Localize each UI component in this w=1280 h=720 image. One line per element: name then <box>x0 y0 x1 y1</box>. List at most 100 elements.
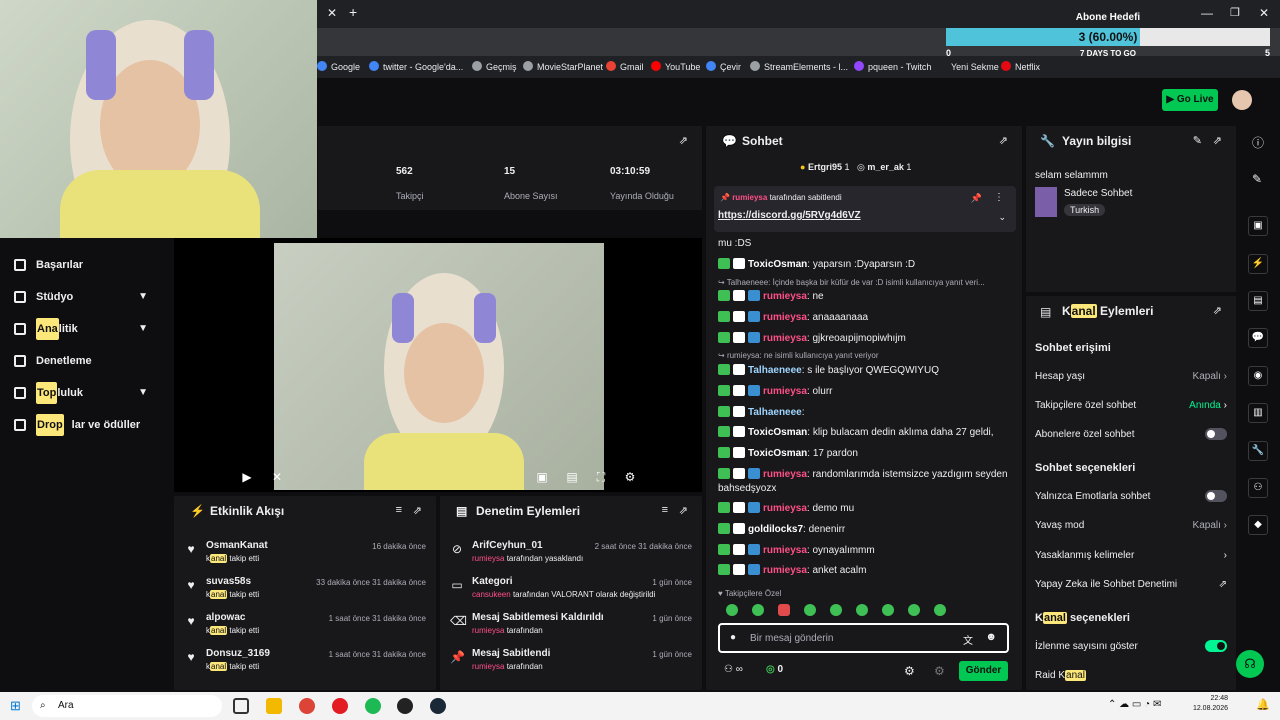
bookmark-gmail[interactable]: Gmail <box>606 56 644 78</box>
chat-message[interactable]: ToxicOsman: 17 pardon <box>718 447 1014 460</box>
popout-icon[interactable]: ⇗ <box>1213 134 1222 147</box>
moderation-item[interactable]: ▭ Kategori cansukeen tarafından VALORANT o… <box>440 574 702 608</box>
info-icon[interactable]: ⓘ <box>1252 134 1264 151</box>
viewer-count-toggle[interactable] <box>1205 640 1227 652</box>
stream-preview-video[interactable] <box>274 243 604 490</box>
subscriber-only-row[interactable]: Abonelere özel sohbet <box>1035 426 1227 442</box>
emote-bar[interactable] <box>726 604 1012 618</box>
chevron-down-icon[interactable]: ⌄ <box>998 212 1006 223</box>
viewer-list-icon[interactable]: ⚇ ∞ <box>724 664 743 675</box>
activity-item[interactable]: ♥ OsmanKanat kanal takip etti 16 dakika önc… <box>174 538 436 572</box>
edit-icon[interactable]: ✎ <box>1252 172 1262 186</box>
quick-action-panel[interactable]: ▥ <box>1248 403 1268 423</box>
chat-message[interactable]: rumieysa: anaaaanaaa <box>718 311 1014 324</box>
chat-message[interactable]: rumieysa: oynayalımmm <box>718 544 1014 557</box>
moderation-item[interactable]: 📌 Mesaj Sabitlendi rumieysa tarafından 1 gü… <box>440 646 702 680</box>
blocked-terms-row[interactable]: Yasaklanmış kelimeler › <box>1035 547 1227 563</box>
filter-icon[interactable]: ≡ <box>396 504 402 516</box>
chat-message[interactable]: ToxicOsman: klip bulacam dedin aklıma da… <box>718 426 1014 439</box>
follower-only-row[interactable]: Takipçilere özel sohbet Anında › <box>1035 397 1227 413</box>
bookmark-moviestarplanet[interactable]: MovieStarPlanet <box>523 56 603 78</box>
chat-message[interactable]: mu :DS <box>718 237 1014 250</box>
opera-icon[interactable] <box>332 698 348 714</box>
popout-icon[interactable]: ⇗ <box>1213 304 1222 317</box>
chat-reply-context[interactable]: ↪ rumieysa: ne isimli kullanıcıya yanıt … <box>718 351 1008 360</box>
quick-action-clip[interactable]: ▣ <box>1248 216 1268 236</box>
more-icon[interactable]: ⋮ <box>994 192 1004 203</box>
file-explorer-icon[interactable] <box>266 698 282 714</box>
account-age-row[interactable]: Hesap yaşı Kapalı › <box>1035 368 1227 384</box>
emote-only-toggle[interactable] <box>1205 490 1227 502</box>
emote-icon[interactable] <box>726 604 738 616</box>
bookmark-google[interactable]: Google <box>317 56 360 78</box>
emote-only-row[interactable]: Yalnızca Emotlarla sohbet <box>1035 488 1227 504</box>
emote-icon[interactable] <box>778 604 790 616</box>
emote-icon[interactable] <box>856 604 868 616</box>
chat-message[interactable]: Talhaeneee: <box>718 406 1014 419</box>
notification-icon[interactable]: 🔔 <box>1256 698 1270 711</box>
activity-item[interactable]: ♥ Donsuz_3169 kanal takip etti 1 saat önce … <box>174 646 436 680</box>
sidebar-item-moderation[interactable]: Denetleme <box>14 350 92 372</box>
quick-action-shield[interactable]: ◆ <box>1248 515 1268 535</box>
settings-icon[interactable]: ⚙ <box>623 470 637 484</box>
spotify-icon[interactable] <box>365 698 381 714</box>
go-live-button[interactable]: ▶ Go Live <box>1162 89 1218 111</box>
chat-message[interactable]: rumieysa: anket acalm <box>718 564 1014 577</box>
chat-message[interactable]: rumieysa: gjkreoaıpijmopiwhıjm <box>718 332 1014 345</box>
bookmark-youtube[interactable]: YouTube <box>651 56 700 78</box>
send-button[interactable]: Gönder <box>959 661 1008 681</box>
help-fab[interactable]: ☊ <box>1236 650 1264 678</box>
popout-icon[interactable]: ⇗ <box>679 504 688 517</box>
quick-action-chat[interactable]: 💬 <box>1248 328 1268 348</box>
emote-icon[interactable] <box>830 604 842 616</box>
emote-icon[interactable] <box>934 604 946 616</box>
quick-action-bolt[interactable]: ⚡ <box>1248 254 1268 274</box>
steam-icon[interactable] <box>430 698 446 714</box>
bookmark-history[interactable]: Geçmiş <box>472 56 517 78</box>
tray-icons[interactable]: ⌃ ☁ ▭ ◔ ✉ <box>1108 699 1161 710</box>
windows-start-icon[interactable]: ⊞ <box>10 698 21 714</box>
pinned-link[interactable]: https://discord.gg/5RVg4d6VZ <box>718 210 861 221</box>
sidebar-item-studio[interactable]: Stüdyo ▼ <box>14 286 164 308</box>
slow-mode-row[interactable]: Yavaş mod Kapalı › <box>1035 517 1227 533</box>
category-thumbnail[interactable] <box>1035 187 1057 217</box>
bookmark-twitter[interactable]: twitter - Google'da... <box>369 56 463 78</box>
chat-message[interactable]: rumieysa: olurr <box>718 385 1014 398</box>
chat-message[interactable]: rumieysa: demo mu <box>718 502 1014 515</box>
popout-icon[interactable]: ⇗ <box>999 134 1008 147</box>
chat-input[interactable]: ● Bir mesaj gönderin 文 ☻ <box>718 623 1009 653</box>
close-tab-icon[interactable]: ✕ <box>327 6 337 20</box>
mute-icon[interactable]: ✕ <box>270 470 284 484</box>
fullscreen-icon[interactable]: ⛶ <box>594 470 608 484</box>
edit-icon[interactable]: ✎ <box>1193 134 1202 147</box>
mod-settings-icon[interactable]: ⚙ <box>934 664 945 678</box>
task-view-icon[interactable] <box>233 698 249 714</box>
clip-icon[interactable]: ▤ <box>565 470 579 484</box>
theater-mode-icon[interactable]: ▣ <box>535 470 549 484</box>
activity-item[interactable]: ♥ suvas58s kanal takip etti 33 dakika önce … <box>174 574 436 608</box>
translate-icon[interactable]: 文 <box>963 632 973 647</box>
chat-settings-icon[interactable]: ⚙ <box>904 664 915 678</box>
obs-icon[interactable] <box>397 698 413 714</box>
popout-icon[interactable]: ⇗ <box>413 504 422 517</box>
moderation-item[interactable]: ⌫ Mesaj Sabitlemesi Kaldırıldı rumieysa ta… <box>440 610 702 644</box>
chat-message[interactable]: ToxicOsman: yaparsın :Dyaparsın :D <box>718 258 1014 271</box>
quick-action-notes[interactable]: ▤ <box>1248 291 1268 311</box>
play-icon[interactable]: ▶ <box>240 470 254 484</box>
bookmark-translate[interactable]: Çevir <box>706 56 741 78</box>
stream-tag[interactable]: Turkish <box>1064 204 1106 216</box>
activity-item[interactable]: ♥ alpowac kanal takip etti 1 saat önce 31 d… <box>174 610 436 644</box>
emote-icon[interactable] <box>804 604 816 616</box>
chat-message[interactable]: rumieysa: ne <box>718 290 1014 303</box>
ai-moderation-row[interactable]: Yapay Zeka ile Sohbet Denetimi ⇗ <box>1035 576 1227 592</box>
show-viewer-count-row[interactable]: İzlenme sayısını göster <box>1035 638 1227 654</box>
quick-action-tools[interactable]: 🔧 <box>1248 441 1268 461</box>
stream-category[interactable]: Sadece Sohbet <box>1064 188 1132 199</box>
taskbar-search[interactable]: ⌕ Ara <box>32 695 222 717</box>
emote-icon[interactable] <box>752 604 764 616</box>
moderation-item[interactable]: ⊘ ArifCeyhun_01 rumieysa tarafından yasakl… <box>440 538 702 572</box>
avatar[interactable] <box>1232 90 1252 110</box>
raid-channel-row[interactable]: Raid Kanal <box>1035 667 1227 683</box>
emoji-icon[interactable]: ☻ <box>985 631 997 643</box>
new-tab-icon[interactable]: + <box>349 4 357 20</box>
